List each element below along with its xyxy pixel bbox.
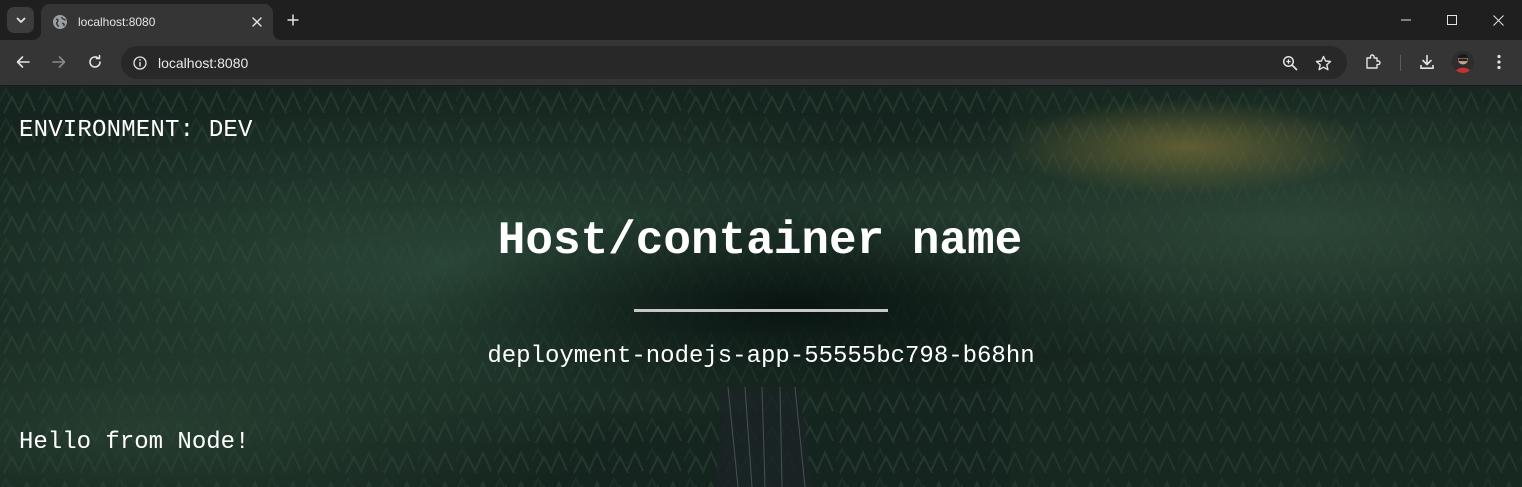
kebab-menu-icon [1497,54,1501,70]
arrow-right-icon [52,56,66,68]
close-icon [1492,14,1504,26]
zoom-button[interactable] [1278,51,1302,75]
environment-label: ENVIRONMENT: DEV [19,117,253,144]
toolbar-separator [1400,55,1401,71]
tab-strip: localhost:8080 [0,0,1522,40]
bookmark-button[interactable] [1311,51,1335,75]
minimize-button[interactable] [1383,0,1429,40]
site-info-button[interactable] [127,50,152,75]
url-text[interactable]: localhost:8080 [158,55,248,71]
reload-icon [89,54,101,68]
greeting-text: Hello from Node! [19,429,250,456]
title-divider [634,309,888,312]
forward-button[interactable] [44,47,74,77]
globe-icon [52,14,68,30]
tab-title: localhost:8080 [78,15,156,29]
plus-icon [287,14,299,26]
page-title: Host/container name [0,215,1522,267]
minimize-icon [1401,19,1411,21]
new-tab-button[interactable] [281,8,305,32]
profile-avatar[interactable] [1452,51,1474,73]
close-icon[interactable] [247,12,267,32]
maximize-button[interactable] [1429,0,1475,40]
download-icon [1420,54,1434,69]
close-window-button[interactable] [1475,0,1521,40]
chevron-down-icon [16,17,25,23]
arrow-left-icon [16,56,30,68]
downloads-button[interactable] [1412,47,1442,77]
page-viewport: ENVIRONMENT: DEV Host/container name dep… [0,87,1522,487]
star-icon [1315,55,1331,70]
zoom-icon [1282,55,1298,71]
tab-search-button[interactable] [7,7,34,33]
maximize-icon [1447,15,1457,25]
back-button[interactable] [8,47,38,77]
browser-tab[interactable]: localhost:8080 [41,4,273,40]
info-icon [132,55,147,70]
reload-button[interactable] [80,47,110,77]
host-name-value: deployment-nodejs-app-55555bc798-b68hn [487,343,1035,370]
browser-menu-button[interactable] [1484,47,1514,77]
page-content: ENVIRONMENT: DEV Host/container name dep… [0,87,1522,487]
address-bar[interactable]: localhost:8080 [121,46,1347,79]
browser-toolbar: localhost:8080 [0,40,1522,86]
extensions-button[interactable] [1358,47,1388,77]
puzzle-icon [1366,54,1381,69]
page-title-text: Host/container name [497,215,1023,267]
